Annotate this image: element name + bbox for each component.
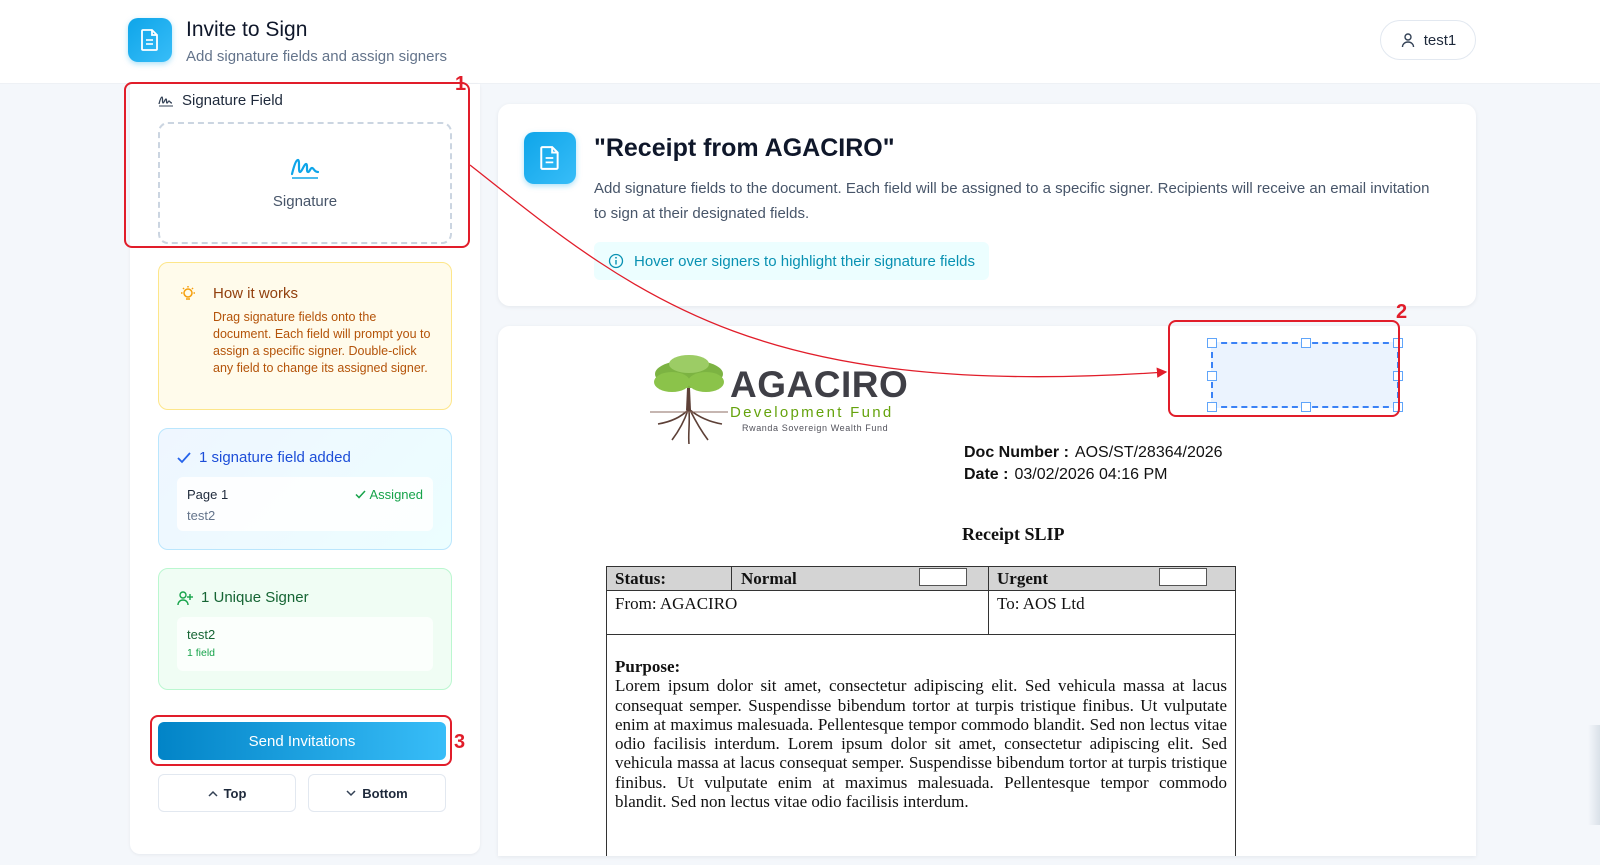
scroll-top-button[interactable]: Top [158,774,296,812]
document-description: Add signature fields to the document. Ea… [594,180,1430,222]
hover-hint: Hover over signers to highlight their si… [594,242,990,280]
fields-added-title: 1 signature field added [177,449,351,466]
sidebar: Signature Field Signature How it works D… [130,84,480,854]
tree-logo-icon [650,355,728,444]
doc-date: Date :03/02/2026 04:16 PM [964,466,1168,483]
unique-signers-panel: 1 Unique Signer test2 1 field [158,568,452,690]
signature-field-draggable[interactable]: Signature [158,122,452,244]
document-info-card: "Receipt from AGACIRO" Add signature fie… [498,104,1476,306]
annotation-number-3: 3 [454,731,466,753]
resize-handle[interactable] [1207,338,1217,348]
resize-handle[interactable] [1393,371,1403,381]
resize-handle[interactable] [1301,402,1311,412]
resize-handle[interactable] [1393,402,1403,412]
annotation-number-1: 1 [455,73,467,95]
user-plus-icon [177,590,193,605]
resize-handle[interactable] [1207,371,1217,381]
doc-number: Doc Number : AOS/ST/28364/2026 [964,444,1223,461]
assigned-status: Assigned [354,487,423,502]
user-name: test1 [1423,31,1457,49]
lightbulb-icon [181,286,195,300]
chevron-down-icon [346,789,356,796]
info-icon [608,253,624,269]
send-invitations-button[interactable]: Send Invitations [158,722,446,760]
app-header: Invite to Sign Add signature fields and … [0,0,1600,84]
signature-field-section-label: Signature Field [158,92,283,109]
fields-added-panel: 1 signature field added Page 1 Assigned … [158,428,452,550]
receipt-from-to-row: From: AGACIRO To: AOS Ltd [607,591,1235,635]
signature-icon [158,95,173,106]
resize-handle[interactable] [1393,338,1403,348]
page-subtitle: Add signature fields and assign signers [186,48,447,65]
resize-handle[interactable] [1301,338,1311,348]
annotation-number-2: 2 [1396,301,1408,323]
chevron-up-icon [208,790,218,797]
unique-signers-title: 1 Unique Signer [177,589,309,606]
signature-field-item[interactable]: Page 1 Assigned test2 [177,477,433,531]
signer-item[interactable]: test2 1 field [177,617,433,671]
document-icon [128,18,172,62]
field-signer-name: test2 [187,508,216,523]
page-title: Invite to Sign [186,18,308,41]
urgent-checkbox [1159,568,1207,586]
brand-tagline: Rwanda Sovereign Wealth Fund [742,423,889,433]
check-icon [354,490,366,499]
scrollbar-edge [1588,725,1600,825]
user-menu-button[interactable]: test1 [1380,20,1476,60]
how-it-works-text: Drag signature fields onto the document.… [213,310,431,375]
scroll-bottom-button[interactable]: Bottom [308,774,446,812]
receipt-table-header: Status: Normal Urgent [607,567,1235,591]
document-icon [524,132,576,184]
normal-checkbox [919,568,967,586]
resize-handle[interactable] [1207,402,1217,412]
how-it-works-title: How it works [213,285,299,302]
how-it-works-panel: How it works Drag signature fields onto … [158,262,452,410]
receipt-table: Status: Normal Urgent From: AGACIRO To: … [606,566,1236,856]
document-page-preview[interactable]: AGACIRO Development Fund Rwanda Sovereig… [498,326,1476,856]
document-title: "Receipt from AGACIRO" [594,134,895,162]
signer-name: test2 [187,627,216,642]
brand-subtitle: Development Fund [730,404,894,421]
placed-signature-field[interactable] [1207,338,1403,412]
signature-icon [290,158,320,179]
receipt-purpose: Purpose: Lorem ipsum dolor sit amet, con… [615,657,1227,812]
field-page-label: Page 1 [187,487,229,502]
user-icon [1401,33,1414,48]
slip-title: Receipt SLIP [962,524,1065,544]
check-icon [177,451,191,463]
signer-field-count: 1 field [187,647,216,659]
brand-name: AGACIRO [730,364,909,405]
signature-tile-label: Signature [272,192,338,210]
